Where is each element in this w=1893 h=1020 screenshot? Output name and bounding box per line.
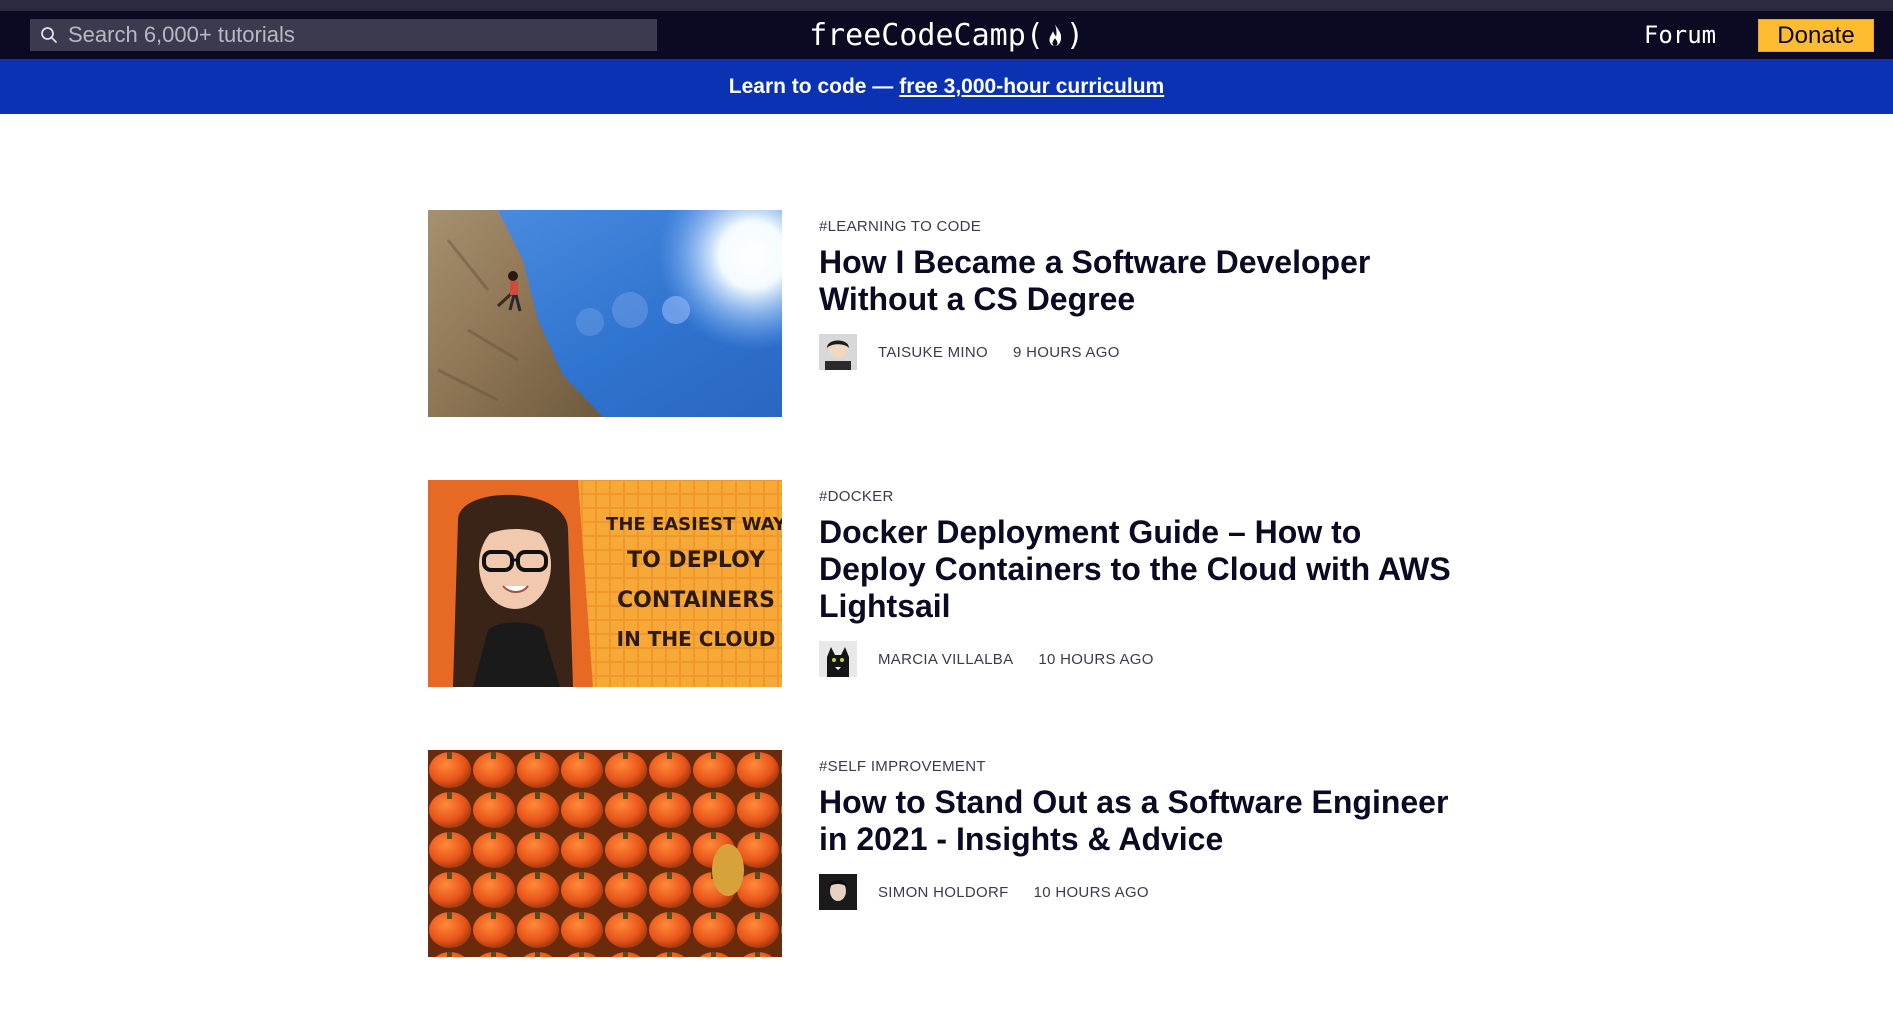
browser-top-strip bbox=[0, 0, 1893, 11]
article-tag[interactable]: #SELF IMPROVEMENT bbox=[819, 758, 1469, 776]
author-name[interactable]: MARCIA VILLALBA bbox=[878, 651, 1013, 668]
article-meta: #DOCKER Docker Deployment Guide – How to… bbox=[819, 480, 1469, 677]
logo-paren-open: ( bbox=[1025, 17, 1044, 53]
article-thumbnail[interactable]: THE EASIEST WAY TO DEPLOY CONTAINERS IN … bbox=[428, 480, 782, 687]
author-name[interactable]: TAISUKE MINO bbox=[878, 344, 988, 361]
post-time: 9 HOURS AGO bbox=[1013, 343, 1120, 361]
search-input[interactable] bbox=[68, 19, 657, 51]
article-card: #LEARNING TO CODE How I Became a Softwar… bbox=[428, 210, 1468, 417]
flame-icon bbox=[1044, 20, 1066, 50]
thumb-text-line-2: TO DEPLOY bbox=[627, 548, 766, 573]
article-meta: #SELF IMPROVEMENT How to Stand Out as a … bbox=[819, 750, 1469, 910]
author-avatar[interactable] bbox=[819, 641, 857, 677]
banner-prefix: Learn to code — bbox=[728, 74, 894, 98]
article-tag[interactable]: #DOCKER bbox=[819, 488, 1469, 506]
post-time: 10 HOURS AGO bbox=[1038, 650, 1154, 668]
top-navbar: freeCodeCamp ( ) Forum Donate bbox=[0, 11, 1893, 59]
search-icon bbox=[30, 19, 68, 51]
author-avatar[interactable] bbox=[819, 874, 857, 910]
article-title[interactable]: How I Became a Software Developer Withou… bbox=[819, 244, 1469, 318]
forum-link[interactable]: Forum bbox=[1630, 19, 1730, 51]
donate-button[interactable]: Donate bbox=[1758, 19, 1874, 52]
article-card: #SELF IMPROVEMENT How to Stand Out as a … bbox=[428, 750, 1468, 957]
thumb-text-line-3: CONTAINERS bbox=[617, 588, 775, 613]
freecodecamp-logo[interactable]: freeCodeCamp ( ) bbox=[809, 18, 1084, 53]
author-name[interactable]: SIMON HOLDORF bbox=[878, 884, 1009, 901]
thumb-text-line-4: IN THE CLOUD bbox=[617, 627, 776, 651]
search-bar[interactable] bbox=[30, 19, 657, 51]
article-thumbnail[interactable] bbox=[428, 750, 782, 957]
curriculum-link[interactable]: free 3,000-hour curriculum bbox=[899, 75, 1164, 99]
article-title[interactable]: Docker Deployment Guide – How to Deploy … bbox=[819, 514, 1469, 625]
article-meta: #LEARNING TO CODE How I Became a Softwar… bbox=[819, 210, 1469, 370]
article-card: THE EASIEST WAY TO DEPLOY CONTAINERS IN … bbox=[428, 480, 1468, 687]
curriculum-banner: Learn to code — free 3,000-hour curricul… bbox=[0, 59, 1893, 114]
article-feed: #LEARNING TO CODE How I Became a Softwar… bbox=[428, 210, 1468, 1020]
article-tag[interactable]: #LEARNING TO CODE bbox=[819, 218, 1469, 236]
author-row: SIMON HOLDORF 10 HOURS AGO bbox=[819, 874, 1469, 910]
article-thumbnail[interactable] bbox=[428, 210, 782, 417]
author-avatar[interactable] bbox=[819, 334, 857, 370]
article-title[interactable]: How to Stand Out as a Software Engineer … bbox=[819, 784, 1469, 858]
thumb-text-line-1: THE EASIEST WAY bbox=[606, 514, 782, 535]
author-row: TAISUKE MINO 9 HOURS AGO bbox=[819, 334, 1469, 370]
author-row: MARCIA VILLALBA 10 HOURS AGO bbox=[819, 641, 1469, 677]
post-time: 10 HOURS AGO bbox=[1033, 883, 1149, 901]
logo-text: freeCodeCamp bbox=[809, 17, 1026, 53]
logo-paren-close: ) bbox=[1065, 17, 1084, 53]
